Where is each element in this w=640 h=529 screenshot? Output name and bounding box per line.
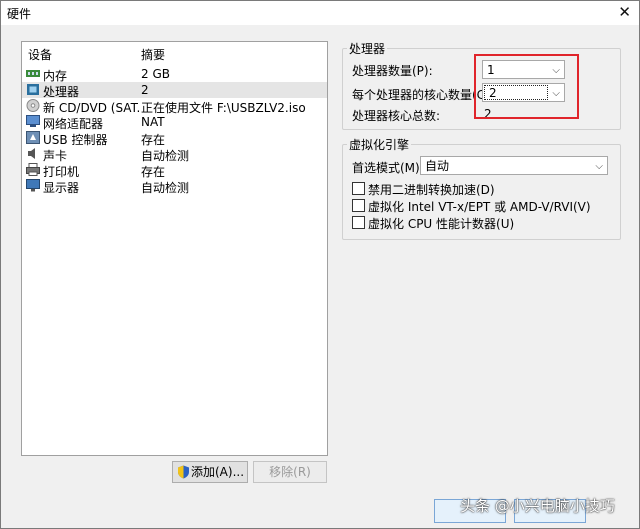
remove-device-label: 移除(R) <box>269 465 311 479</box>
column-header-summary[interactable]: 摘要 <box>141 46 165 63</box>
add-device-label: 添加(A)... <box>191 465 245 479</box>
device-summary: 2 GB <box>141 67 170 81</box>
preferred-mode-value: 自动 <box>425 159 450 173</box>
close-icon[interactable]: ✕ <box>618 4 631 20</box>
shield-icon <box>178 465 189 479</box>
device-row-processor[interactable]: 处理器 2 <box>22 82 327 99</box>
device-row-usb-controller[interactable]: USB 控制器 存在 <box>22 130 327 147</box>
chevron-down-icon: ⌵ <box>595 161 603 172</box>
device-name: 显示器 <box>43 181 80 195</box>
cd-dvd-icon <box>26 99 40 112</box>
processor-count-label: 处理器数量(P): <box>352 64 433 78</box>
device-list-header: 设备 摘要 <box>22 46 327 62</box>
watermark: 头条 @小兴电脑小技巧 <box>460 497 615 515</box>
checkbox[interactable] <box>352 182 365 195</box>
annotation-highlight-box <box>474 54 579 119</box>
checkbox-label: 虚拟化 Intel VT-x/EPT 或 AMD-V/RVI(V) <box>368 200 591 214</box>
memory-icon <box>26 70 40 77</box>
column-header-device[interactable]: 设备 <box>28 46 52 63</box>
checkbox-label: 虚拟化 CPU 性能计数器(U) <box>368 217 515 231</box>
cores-per-processor-label: 每个处理器的核心数量(C): <box>352 88 494 102</box>
printer-icon <box>26 163 40 176</box>
preferred-mode-label: 首选模式(M): <box>352 161 424 175</box>
device-row-memory[interactable]: 内存 2 GB <box>22 66 327 83</box>
device-summary: 自动检测 <box>141 181 190 195</box>
checkbox[interactable] <box>352 199 365 212</box>
device-row-sound-card[interactable]: 声卡 自动检测 <box>22 146 327 163</box>
window-title: 硬件 <box>7 7 32 21</box>
display-icon <box>26 179 40 192</box>
preferred-mode-select[interactable]: 自动 ⌵ <box>420 156 608 175</box>
hardware-dialog: 硬件 ✕ 设备 摘要 内存 2 GB 处理器 2 新 CD/DVD (SAT..… <box>0 0 640 529</box>
processor-icon <box>27 84 39 95</box>
network-adapter-icon <box>26 115 40 127</box>
device-row-display[interactable]: 显示器 自动检测 <box>22 178 327 195</box>
title-bar: 硬件 ✕ <box>1 1 639 25</box>
checkbox[interactable] <box>352 216 365 229</box>
virtualization-group-title: 虚拟化引擎 <box>347 136 412 153</box>
device-row-network-adapter[interactable]: 网络适配器 NAT <box>22 114 327 131</box>
usb-controller-icon <box>26 131 40 144</box>
sound-card-icon <box>28 148 35 159</box>
total-cores-label: 处理器核心总数: <box>352 109 441 123</box>
checkbox-label: 禁用二进制转换加速(D) <box>368 183 495 197</box>
add-device-button[interactable]: 添加(A)... <box>172 461 248 483</box>
device-list[interactable]: 设备 摘要 内存 2 GB 处理器 2 新 CD/DVD (SAT... 正在使… <box>21 41 328 456</box>
device-summary: NAT <box>141 115 165 129</box>
processor-group-title: 处理器 <box>347 40 388 57</box>
device-row-cd-dvd[interactable]: 新 CD/DVD (SAT... 正在使用文件 F:\USBZLV2.iso <box>22 98 327 115</box>
remove-device-button[interactable]: 移除(R) <box>253 461 327 483</box>
device-summary: 2 <box>141 83 149 97</box>
device-row-printer[interactable]: 打印机 存在 <box>22 162 327 179</box>
